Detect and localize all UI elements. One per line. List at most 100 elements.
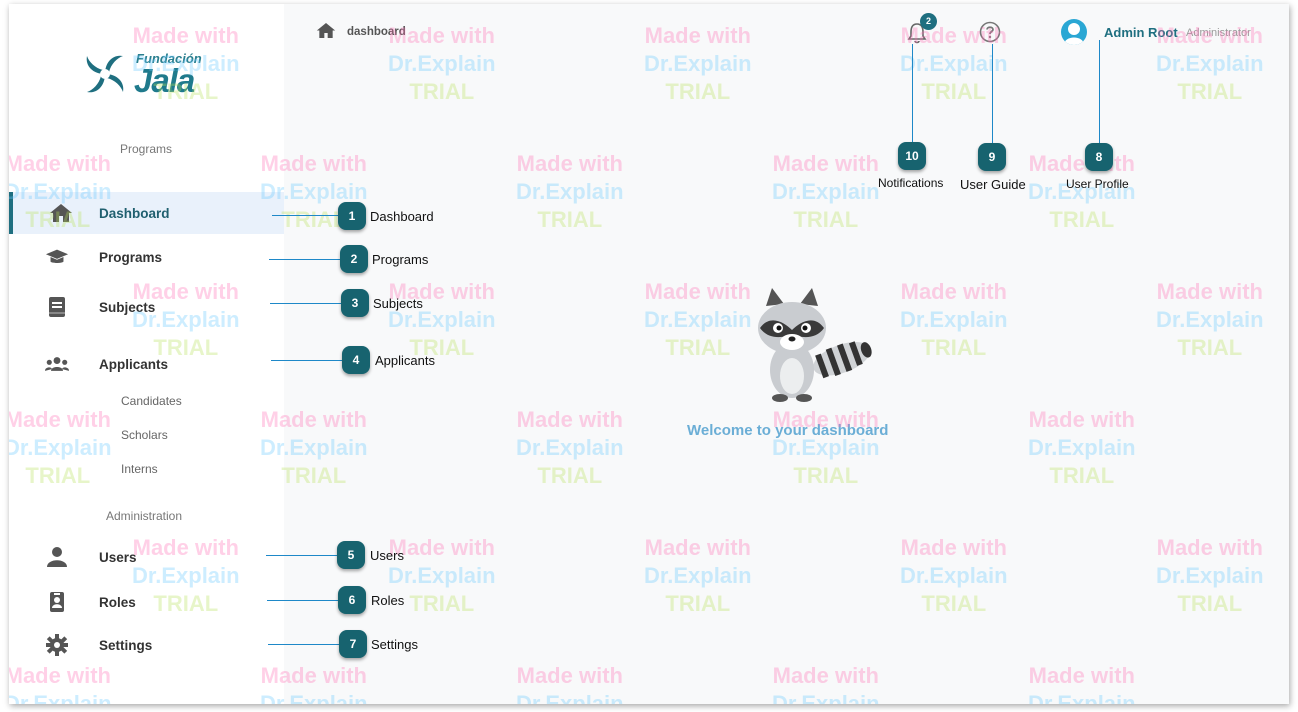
watermark: Made with Dr.Explain [516, 662, 624, 704]
callout-label: Subjects [373, 296, 423, 311]
sidebar-item-label: Subjects [99, 299, 156, 315]
watermark-line: Made with [516, 663, 623, 688]
callout-leader-line [272, 215, 338, 216]
watermark-line: Dr.Explain [772, 179, 880, 204]
logo-big-text: Jala [134, 62, 195, 99]
callout-leader-line [271, 360, 342, 361]
watermark-line: Dr.Explain [900, 563, 1008, 588]
callout-label: User Guide [960, 177, 1026, 192]
sidebar: Fundación Jala Programs Dashboard Progra… [9, 4, 284, 704]
sidebar-subitem-candidates[interactable]: Candidates [121, 394, 182, 408]
watermark-line: Dr.Explain [644, 563, 752, 588]
watermark-line: TRIAL [921, 335, 987, 360]
sidebar-subitem-scholars[interactable]: Scholars [121, 428, 168, 442]
watermark: Made with Dr.Explain TRIAL [900, 534, 1008, 618]
sidebar-item-label: Applicants [99, 356, 169, 372]
notification-badge: 2 [920, 13, 937, 30]
watermark: Made with Dr.Explain TRIAL [516, 150, 624, 234]
watermark-line: TRIAL [793, 463, 859, 488]
sidebar-item-users[interactable]: Users [9, 536, 284, 578]
sidebar-item-label: Users [99, 549, 137, 565]
watermark-line: Dr.Explain [900, 307, 1008, 332]
callout-leader-line [266, 555, 337, 556]
callout-label: Dashboard [370, 209, 434, 224]
sidebar-subitem-interns[interactable]: Interns [121, 462, 158, 476]
help-icon[interactable] [979, 21, 1001, 43]
watermark-line: Made with [900, 279, 1007, 304]
user-icon [45, 546, 69, 568]
watermark-line: TRIAL [921, 591, 987, 616]
watermark-line: Made with [516, 151, 623, 176]
watermark: Made with Dr.Explain TRIAL [644, 534, 752, 618]
sidebar-item-programs[interactable]: Programs [9, 236, 284, 278]
sidebar-item-label: Programs [99, 249, 163, 265]
breadcrumb[interactable]: dashboard [347, 26, 406, 38]
callout-marker: 10 [898, 142, 926, 170]
watermark-line: Made with [1028, 407, 1135, 432]
watermark: Made with Dr.Explain TRIAL [900, 278, 1008, 362]
watermark-line: Dr.Explain [1028, 435, 1136, 460]
callout-leader-line [992, 44, 993, 143]
programs-section-title: Programs [120, 142, 173, 156]
breadcrumb-home-icon[interactable] [316, 22, 336, 44]
watermark-line: Made with [644, 23, 751, 48]
sidebar-item-applicants[interactable]: Applicants [9, 343, 284, 385]
administration-section-title: Administration [106, 509, 183, 523]
sidebar-item-subjects[interactable]: Subjects [9, 286, 284, 328]
sidebar-item-roles[interactable]: Roles [9, 581, 284, 623]
watermark-line: TRIAL [1177, 335, 1243, 360]
callout-leader-line [268, 644, 339, 645]
callout-leader-line [270, 303, 341, 304]
watermark-line: Made with [1028, 151, 1135, 176]
logo[interactable]: Fundación Jala [79, 46, 229, 102]
watermark-line: TRIAL [1177, 591, 1243, 616]
callout-label: Roles [371, 593, 405, 608]
id-badge-icon [45, 591, 69, 613]
callout-label: Applicants [375, 353, 435, 368]
callout-marker: 6 [338, 586, 366, 614]
callout-leader-line [267, 600, 338, 601]
callout-marker: 8 [1085, 143, 1113, 171]
callout-marker: 5 [337, 541, 365, 569]
gear-icon [45, 634, 69, 656]
watermark: Made with Dr.Explain TRIAL [1028, 150, 1136, 234]
watermark-line: Dr.Explain [516, 435, 624, 460]
watermark: Made with Dr.Explain TRIAL [388, 278, 496, 362]
sidebar-item-settings[interactable]: Settings [9, 624, 284, 666]
callout-marker: 4 [342, 346, 370, 374]
watermark-line: Dr.Explain [772, 691, 880, 704]
callout-marker: 1 [338, 202, 366, 230]
watermark: Made with Dr.Explain TRIAL [772, 150, 880, 234]
watermark: Made with Dr.Explain TRIAL [1156, 534, 1264, 618]
sidebar-item-label: Settings [99, 637, 153, 653]
watermark-line: TRIAL [537, 207, 603, 232]
callout-label: Notifications [878, 176, 944, 190]
sidebar-item-label: Dashboard [99, 205, 170, 221]
welcome-message: Welcome to your dashboard [687, 422, 889, 439]
watermark-line: Made with [516, 407, 623, 432]
callout-label: Settings [371, 637, 418, 652]
callout-marker: 3 [341, 289, 369, 317]
watermark: Made with Dr.Explain [772, 662, 880, 704]
watermark-line: Made with [1156, 279, 1263, 304]
home-icon [49, 202, 73, 224]
watermark: Made with Dr.Explain TRIAL [644, 22, 752, 106]
watermark-line: Made with [900, 535, 1007, 560]
watermark-line: TRIAL [665, 79, 731, 104]
watermark-line: TRIAL [1049, 207, 1115, 232]
book-icon [45, 296, 69, 318]
watermark-line: Dr.Explain [644, 51, 752, 76]
callout-label: User Profile [1066, 177, 1129, 191]
raccoon-mascot-icon [734, 284, 874, 404]
user-name[interactable]: Admin Root [1104, 25, 1178, 40]
watermark-line: Made with [772, 663, 879, 688]
watermark-line: TRIAL [665, 591, 731, 616]
watermark-line: Dr.Explain [1028, 691, 1136, 704]
callout-marker: 9 [978, 143, 1006, 171]
watermark-line: Dr.Explain [1156, 563, 1264, 588]
sidebar-item-dashboard[interactable]: Dashboard [9, 192, 284, 234]
avatar[interactable] [1061, 19, 1087, 45]
callout-label: Users [370, 548, 404, 563]
app-window: Fundación Jala Programs Dashboard Progra… [9, 4, 1289, 704]
watermark-line: Dr.Explain [516, 691, 624, 704]
